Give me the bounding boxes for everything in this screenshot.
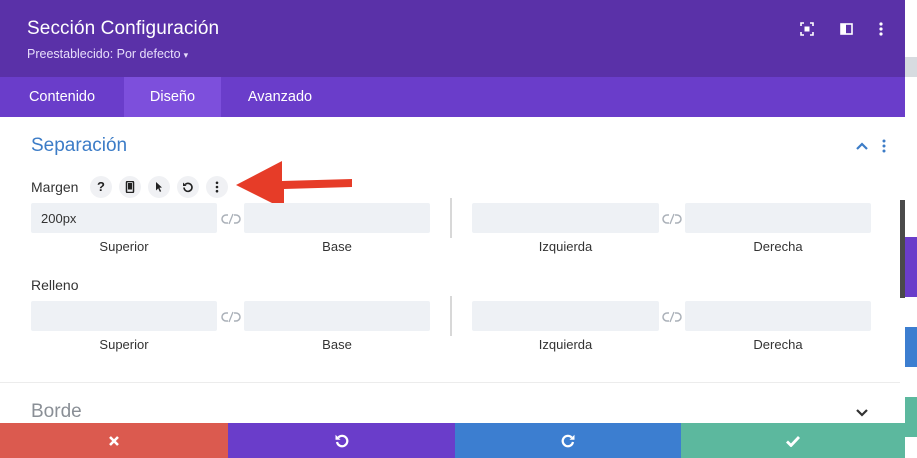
background-page-strip [905, 297, 917, 327]
margin-label: Margen [31, 179, 79, 195]
redo-button[interactable] [455, 423, 681, 458]
margin-bottom-caption: Base [322, 239, 352, 254]
margin-bottom-input[interactable] [244, 203, 430, 233]
margin-left-caption: Izquierda [538, 239, 593, 254]
padding-right-input[interactable] [685, 301, 871, 331]
background-page-strip [905, 397, 917, 437]
background-page-strip [905, 57, 917, 77]
field-separator [450, 198, 452, 238]
background-page-strip [905, 327, 917, 367]
link-values-icon[interactable] [221, 212, 241, 225]
padding-left-input[interactable] [472, 301, 659, 331]
section-title[interactable]: Separación [31, 135, 127, 157]
tab-contenido[interactable]: Contenido [0, 77, 124, 117]
undo-button[interactable] [228, 423, 455, 458]
preset-selector[interactable]: Preestablecido: Por defecto ▾ [27, 47, 188, 61]
discard-button[interactable] [0, 423, 228, 458]
section-more-options-icon[interactable] [879, 138, 889, 154]
padding-top-caption: Superior [99, 337, 149, 352]
tab-avanzado[interactable]: Avanzado [221, 77, 339, 117]
padding-top-input[interactable] [31, 301, 217, 331]
margin-right-caption: Derecha [753, 239, 803, 254]
margin-left-input[interactable] [472, 203, 659, 233]
save-button[interactable] [681, 423, 905, 458]
margin-right-input[interactable] [685, 203, 871, 233]
redo-icon [561, 434, 575, 447]
background-page-strip [905, 0, 917, 57]
link-values-icon[interactable] [662, 212, 682, 225]
preset-label: Preestablecido: Por defecto [27, 47, 181, 61]
link-values-icon[interactable] [221, 310, 241, 323]
checkmark-icon [786, 435, 801, 447]
padding-bottom-caption: Base [322, 337, 352, 352]
settings-content: Separación Margen ? 200px Superior Base … [0, 117, 900, 423]
undo-icon [335, 434, 348, 447]
help-icon[interactable]: ? [90, 176, 112, 198]
field-separator [450, 296, 452, 336]
background-page-strip [905, 77, 917, 237]
link-values-icon[interactable] [662, 310, 682, 323]
background-page-strip [905, 237, 917, 297]
background-page-strip [905, 367, 917, 397]
modal-footer [0, 423, 905, 458]
modal-header: Sección Configuración Preestablecido: Po… [0, 0, 905, 77]
section-settings-modal: Sección Configuración Preestablecido: Po… [0, 0, 905, 458]
settings-tabs: Contenido Diseño Avanzado [0, 77, 905, 117]
section-divider [0, 382, 900, 383]
close-icon [109, 435, 119, 446]
background-page-strip [905, 437, 917, 458]
responsive-icon[interactable] [119, 176, 141, 198]
chevron-up-icon[interactable] [855, 139, 869, 153]
hover-state-icon[interactable] [148, 176, 170, 198]
margin-top-input[interactable] [31, 203, 217, 233]
border-section-title[interactable]: Borde [31, 401, 82, 423]
padding-right-caption: Derecha [753, 337, 803, 352]
preset-caret-icon: ▾ [183, 50, 189, 60]
reset-icon[interactable] [177, 176, 199, 198]
fullscreen-icon[interactable] [798, 20, 816, 38]
padding-bottom-input[interactable] [244, 301, 430, 331]
field-more-options-icon[interactable] [206, 176, 228, 198]
tab-diseno[interactable]: Diseño [124, 77, 221, 117]
more-options-icon[interactable] [872, 20, 890, 38]
padding-left-caption: Izquierda [538, 337, 593, 352]
padding-label: Relleno [31, 277, 79, 293]
sidebar-toggle-icon[interactable] [838, 20, 856, 38]
margin-top-caption: Superior [99, 239, 149, 254]
chevron-down-icon[interactable] [855, 406, 869, 420]
modal-title: Sección Configuración [27, 18, 220, 39]
scrollbar-thumb[interactable] [900, 200, 905, 298]
help-glyph: ? [97, 179, 105, 194]
